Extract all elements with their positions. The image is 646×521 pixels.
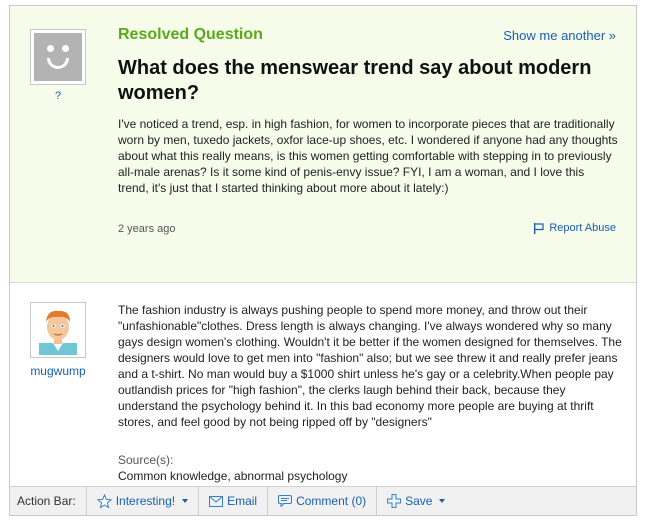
asker-avatar[interactable]: [30, 29, 86, 85]
report-abuse-link[interactable]: Report Abuse: [533, 222, 616, 234]
envelope-icon: [209, 495, 224, 507]
plus-icon: [387, 494, 402, 508]
comment-icon: [278, 495, 293, 507]
save-button[interactable]: Save: [377, 487, 455, 515]
answer-body: The fashion industry is always pushing p…: [118, 303, 622, 429]
interesting-label: Interesting!: [115, 494, 176, 508]
show-another-link[interactable]: Show me another »: [503, 28, 616, 43]
asker-name[interactable]: ?: [30, 90, 86, 102]
chevron-down-icon: [182, 499, 189, 503]
email-label: Email: [227, 494, 258, 508]
interesting-button[interactable]: Interesting!: [87, 487, 198, 515]
answer-block: mugwump The fashion industry is always p…: [10, 284, 636, 486]
save-label: Save: [405, 494, 433, 508]
comment-label: Comment (0): [296, 494, 367, 508]
action-bar-label: Action Bar:: [10, 487, 87, 515]
email-button[interactable]: Email: [199, 487, 267, 515]
flag-icon: [534, 222, 544, 234]
resolved-status: Resolved Question: [118, 26, 263, 43]
question-timestamp: 2 years ago: [118, 223, 176, 235]
cartoon-avatar-icon: [33, 305, 83, 355]
star-icon: [96, 493, 112, 509]
comment-button[interactable]: Comment (0): [268, 487, 376, 515]
qa-panel: ? Resolved Question Show me another » Wh…: [9, 5, 637, 516]
question-block: ? Resolved Question Show me another » Wh…: [10, 6, 636, 283]
chevron-down-icon: [439, 499, 446, 503]
report-abuse-label: Report Abuse: [549, 222, 616, 234]
question-title: What does the menswear trend say about m…: [118, 57, 592, 104]
default-avatar-icon: [34, 33, 82, 81]
source-text: Common knowledge, abnormal psychology: [118, 469, 348, 483]
source-label: Source(s):: [118, 453, 174, 467]
answerer-avatar[interactable]: [30, 302, 86, 358]
answerer-name[interactable]: mugwump: [24, 364, 92, 378]
question-body: I've noticed a trend, esp. in high fashi…: [118, 117, 618, 195]
action-bar: Action Bar: Interesting! Email Comment (…: [10, 486, 636, 515]
